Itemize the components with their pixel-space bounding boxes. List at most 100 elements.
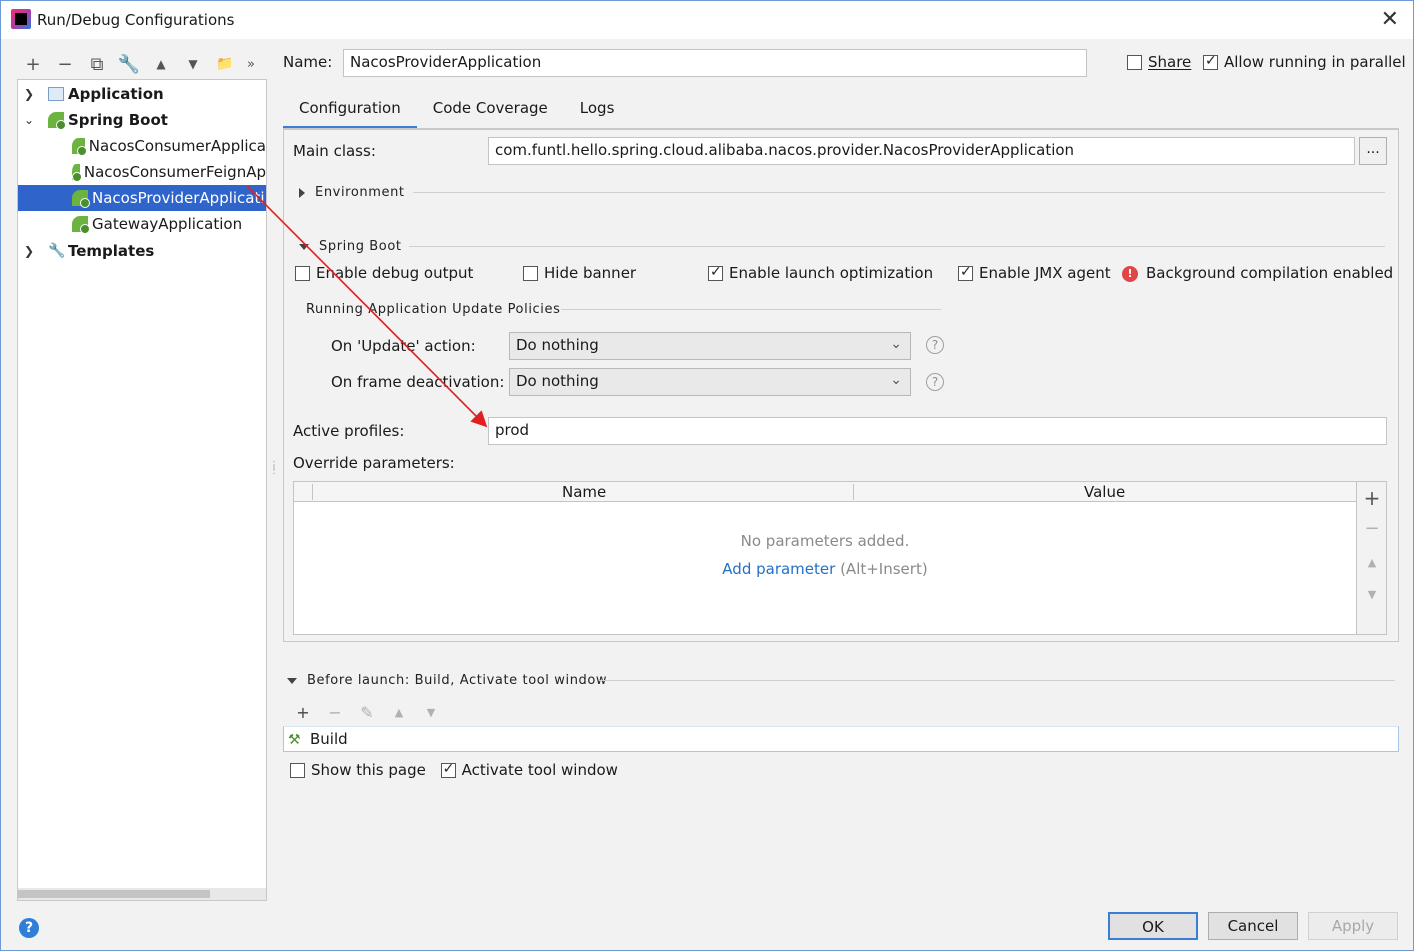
help-icon[interactable]: ? bbox=[926, 373, 944, 391]
enable-debug-option[interactable]: Enable debug output bbox=[295, 264, 473, 282]
on-frame-value: Do nothing bbox=[516, 372, 599, 390]
copy-icon[interactable]: ⧉ bbox=[81, 51, 113, 77]
tab-configuration[interactable]: Configuration bbox=[283, 93, 417, 129]
tree-label: NacosConsumerFeignAp bbox=[83, 163, 266, 181]
tree-item-application[interactable]: ❯ Application bbox=[18, 81, 266, 107]
on-update-select[interactable]: Do nothing ⌄ bbox=[509, 332, 911, 360]
remove-icon[interactable]: − bbox=[1357, 518, 1387, 539]
scrollbar-thumb[interactable] bbox=[18, 890, 210, 898]
name-label: Name: bbox=[283, 53, 333, 71]
chevron-right-icon[interactable]: ❯ bbox=[22, 244, 36, 258]
column-divider[interactable] bbox=[312, 484, 313, 500]
tree-item-templates[interactable]: ❯ 🔧 Templates bbox=[18, 238, 266, 264]
folder-icon[interactable]: 📁 bbox=[209, 51, 241, 77]
move-up-icon[interactable]: ▲ bbox=[145, 51, 177, 77]
cancel-button[interactable]: Cancel bbox=[1208, 912, 1298, 940]
main-class-input[interactable]: com.funtl.hello.spring.cloud.alibaba.nac… bbox=[488, 137, 1355, 165]
tree-item-config-selected[interactable]: NacosProviderApplicati bbox=[18, 185, 266, 211]
column-header-value[interactable]: Value bbox=[1084, 483, 1125, 501]
browse-button[interactable]: ... bbox=[1359, 137, 1387, 165]
chevron-down-icon[interactable]: ⌄ bbox=[22, 113, 36, 127]
collapse-icon[interactable] bbox=[287, 677, 297, 684]
list-item[interactable]: ⚒ Build bbox=[284, 727, 1398, 748]
hide-banner-option[interactable]: Hide banner bbox=[523, 264, 636, 282]
hide-banner-checkbox[interactable] bbox=[523, 266, 538, 281]
add-icon[interactable]: + bbox=[1357, 486, 1387, 510]
override-parameters-table: Name Value No parameters added. Add para… bbox=[293, 481, 1357, 635]
jmx-agent-checkbox[interactable] bbox=[958, 264, 973, 281]
enable-debug-checkbox[interactable] bbox=[295, 266, 310, 281]
add-icon[interactable]: + bbox=[17, 51, 49, 77]
wrench-icon[interactable]: 🔧 bbox=[113, 51, 145, 77]
spring-boot-section[interactable]: Spring Boot bbox=[299, 239, 402, 254]
title-bar: Run/Debug Configurations ✕ bbox=[1, 1, 1413, 39]
add-parameter-link[interactable]: Add parameter bbox=[722, 560, 835, 578]
configuration-tree: ❯ Application ⌄ Spring Boot NacosConsume… bbox=[17, 79, 267, 901]
tree-item-config[interactable]: NacosConsumerApplica bbox=[18, 133, 266, 159]
before-launch-section[interactable]: Before launch: Build, Activate tool wind… bbox=[287, 673, 607, 688]
tab-code-coverage[interactable]: Code Coverage bbox=[417, 93, 564, 129]
help-icon[interactable]: ? bbox=[926, 336, 944, 354]
before-launch-title: Before launch: Build, Activate tool wind… bbox=[307, 673, 608, 688]
before-launch-list: ⚒ Build bbox=[283, 726, 1399, 752]
help-button[interactable]: ? bbox=[19, 918, 39, 938]
move-up-icon[interactable]: ▲ bbox=[383, 701, 415, 723]
jmx-agent-option[interactable]: Enable JMX agent bbox=[958, 264, 1111, 282]
column-header-name[interactable]: Name bbox=[562, 483, 606, 501]
spring-boot-section-label: Spring Boot bbox=[319, 239, 402, 254]
horizontal-scrollbar[interactable] bbox=[18, 888, 266, 900]
wrench-icon: 🔧 bbox=[48, 243, 66, 259]
more-icon[interactable]: » bbox=[241, 51, 261, 77]
ok-button[interactable]: OK bbox=[1108, 912, 1198, 940]
allow-parallel-checkbox[interactable] bbox=[1203, 53, 1218, 70]
column-divider[interactable] bbox=[853, 484, 854, 500]
application-icon bbox=[48, 87, 64, 101]
active-profiles-input[interactable]: prod bbox=[488, 417, 1387, 445]
build-task-label: Build bbox=[310, 730, 348, 748]
launch-optimization-option[interactable]: Enable launch optimization bbox=[708, 264, 933, 282]
splitter-handle[interactable]: ⋮ ⋮ bbox=[269, 461, 279, 476]
active-profiles-label: Active profiles: bbox=[293, 422, 405, 440]
environment-divider bbox=[413, 192, 1385, 193]
spring-boot-divider bbox=[409, 246, 1385, 247]
chevron-down-icon: ⌄ bbox=[890, 372, 902, 388]
tree-item-config[interactable]: NacosConsumerFeignAp bbox=[18, 159, 266, 185]
on-frame-select[interactable]: Do nothing ⌄ bbox=[509, 368, 911, 396]
chevron-down-icon: ⌄ bbox=[890, 336, 902, 352]
expand-icon[interactable] bbox=[299, 187, 305, 198]
add-parameter-hint: Add parameter (Alt+Insert) bbox=[294, 560, 1356, 578]
move-down-icon[interactable]: ▼ bbox=[1357, 588, 1387, 601]
activate-window-checkbox[interactable] bbox=[440, 761, 456, 778]
tree-item-spring-boot[interactable]: ⌄ Spring Boot bbox=[18, 107, 266, 133]
edit-pencil-icon[interactable]: ✎ bbox=[351, 701, 383, 723]
collapse-icon[interactable] bbox=[299, 243, 309, 250]
tree-label: NacosConsumerApplica bbox=[88, 137, 266, 155]
environment-section[interactable]: Environment bbox=[299, 185, 405, 200]
tree-item-config[interactable]: GatewayApplication bbox=[18, 211, 266, 237]
launch-optimization-checkbox[interactable] bbox=[708, 264, 723, 281]
move-up-icon[interactable]: ▲ bbox=[1357, 556, 1387, 569]
tree-label: Templates bbox=[68, 242, 155, 260]
apply-button[interactable]: Apply bbox=[1308, 912, 1398, 940]
add-parameter-shortcut: (Alt+Insert) bbox=[840, 560, 928, 578]
show-page-checkbox[interactable] bbox=[290, 763, 305, 778]
add-icon[interactable]: + bbox=[287, 701, 319, 723]
name-input[interactable]: NacosProviderApplication bbox=[343, 49, 1087, 77]
config-toolbar: + − ⧉ 🔧 ▲ ▼ 📁 » bbox=[17, 51, 261, 77]
remove-icon[interactable]: − bbox=[319, 701, 351, 723]
chevron-right-icon[interactable]: ❯ bbox=[22, 87, 36, 101]
table-header: Name Value bbox=[294, 482, 1356, 502]
tree-label: GatewayApplication bbox=[92, 215, 243, 233]
close-icon[interactable]: ✕ bbox=[1381, 7, 1399, 32]
share-label: Share bbox=[1148, 53, 1192, 71]
move-down-icon[interactable]: ▼ bbox=[415, 701, 447, 723]
share-option[interactable]: Share bbox=[1127, 53, 1191, 71]
share-checkbox[interactable] bbox=[1127, 55, 1142, 70]
tab-logs[interactable]: Logs bbox=[564, 93, 631, 129]
remove-icon[interactable]: − bbox=[49, 51, 81, 77]
allow-parallel-option[interactable]: Allow running in parallel bbox=[1203, 53, 1406, 71]
tree-label: Application bbox=[68, 85, 164, 103]
enable-debug-label: Enable debug output bbox=[316, 264, 474, 282]
move-down-icon[interactable]: ▼ bbox=[177, 51, 209, 77]
activate-window-label: Activate tool window bbox=[461, 761, 618, 779]
